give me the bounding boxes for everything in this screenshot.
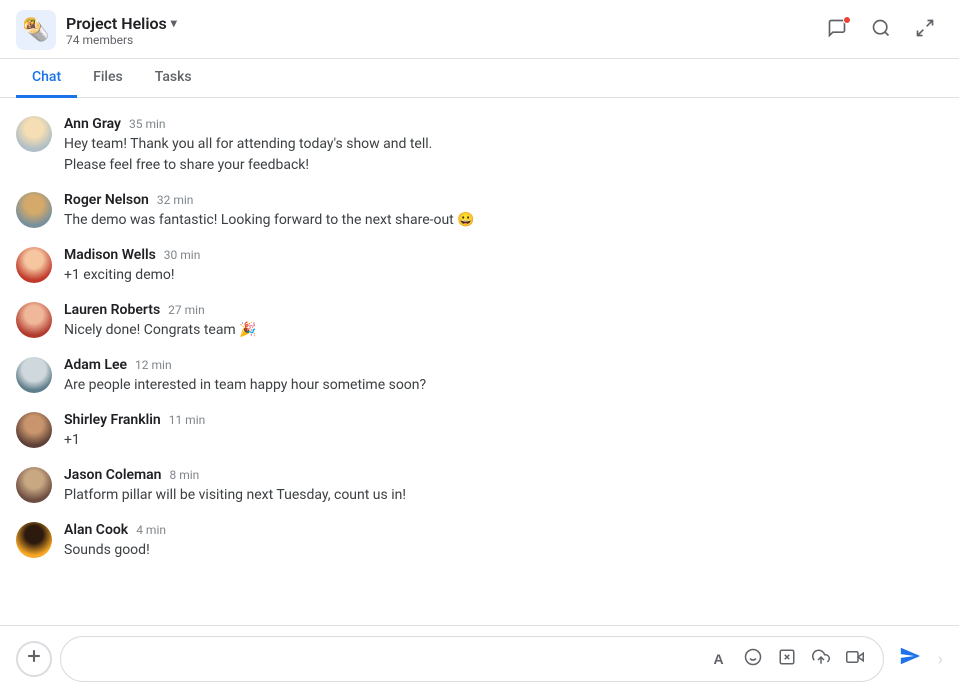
message-text: +1 bbox=[64, 430, 943, 451]
message-timestamp: 12 min bbox=[135, 358, 172, 372]
tab-files[interactable]: Files bbox=[77, 59, 139, 98]
header: 🌯 Project Helios ▾ 74 members bbox=[0, 0, 959, 59]
avatar: RN bbox=[16, 192, 52, 228]
format-text-icon: A bbox=[714, 651, 724, 667]
bottom-bar: A bbox=[0, 625, 959, 692]
message-text: +1 exciting demo! bbox=[64, 265, 943, 286]
message-input-wrapper: A bbox=[60, 636, 884, 682]
message-text: Nicely done! Congrats team 🎉 bbox=[64, 320, 943, 341]
message-timestamp: 11 min bbox=[169, 413, 206, 427]
message-sender-name: Lauren Roberts bbox=[64, 302, 160, 318]
avatar: AL bbox=[16, 357, 52, 393]
message-row: MW Madison Wells 30 min +1 exciting demo! bbox=[16, 241, 943, 292]
emoji-button[interactable] bbox=[737, 643, 769, 675]
chat-icon-button[interactable] bbox=[819, 12, 855, 48]
message-timestamp: 32 min bbox=[157, 193, 194, 207]
messages-area: AG Ann Gray 35 min Hey team! Thank you all … bbox=[0, 98, 959, 625]
send-button[interactable] bbox=[892, 641, 928, 677]
expand-button[interactable] bbox=[907, 12, 943, 48]
avatar: AG bbox=[16, 116, 52, 152]
attach-button[interactable] bbox=[771, 643, 803, 675]
upload-button[interactable] bbox=[805, 643, 837, 675]
video-icon bbox=[846, 648, 864, 671]
project-name: Project Helios bbox=[66, 14, 167, 33]
tabs: Chat Files Tasks bbox=[0, 59, 959, 98]
message-row: AL Adam Lee 12 min Are people interested in… bbox=[16, 351, 943, 402]
message-header: Shirley Franklin 11 min bbox=[64, 412, 943, 428]
add-button[interactable] bbox=[16, 641, 52, 677]
message-row: RN Roger Nelson 32 min The demo was fantast… bbox=[16, 186, 943, 237]
avatar: SF bbox=[16, 412, 52, 448]
message-sender-name: Ann Gray bbox=[64, 116, 121, 132]
dropdown-icon[interactable]: ▾ bbox=[171, 16, 177, 30]
message-timestamp: 30 min bbox=[164, 248, 201, 262]
message-content: Jason Coleman 8 min Platform pillar will b… bbox=[64, 467, 943, 506]
message-sender-name: Adam Lee bbox=[64, 357, 127, 373]
app-icon: 🌯 bbox=[16, 10, 56, 50]
toolbar-icons: A bbox=[703, 643, 871, 675]
search-button[interactable] bbox=[863, 12, 899, 48]
message-timestamp: 35 min bbox=[129, 117, 166, 131]
message-text: Hey team! Thank you all for attending to… bbox=[64, 134, 943, 176]
plus-icon bbox=[24, 646, 44, 672]
message-content: Shirley Franklin 11 min +1 bbox=[64, 412, 943, 451]
message-row: AC Alan Cook 4 min Sounds good! bbox=[16, 516, 943, 567]
message-content: Adam Lee 12 min Are people interested in t… bbox=[64, 357, 943, 396]
message-header: Jason Coleman 8 min bbox=[64, 467, 943, 483]
message-sender-name: Jason Coleman bbox=[64, 467, 162, 483]
message-sender-name: Shirley Franklin bbox=[64, 412, 161, 428]
header-left: 🌯 Project Helios ▾ 74 members bbox=[16, 10, 177, 50]
message-row: LR Lauren Roberts 27 min Nicely done! Congr… bbox=[16, 296, 943, 347]
message-header: Ann Gray 35 min bbox=[64, 116, 943, 132]
message-content: Madison Wells 30 min +1 exciting demo! bbox=[64, 247, 943, 286]
message-header: Alan Cook 4 min bbox=[64, 522, 943, 538]
message-content: Lauren Roberts 27 min Nicely done! Congrat… bbox=[64, 302, 943, 341]
header-title[interactable]: Project Helios ▾ bbox=[66, 14, 177, 33]
avatar: LR bbox=[16, 302, 52, 338]
header-actions bbox=[819, 12, 943, 48]
message-row: SF Shirley Franklin 11 min +1 bbox=[16, 406, 943, 457]
avatar: AC bbox=[16, 522, 52, 558]
message-row: JC Jason Coleman 8 min Platform pillar will… bbox=[16, 461, 943, 512]
member-count: 74 members bbox=[66, 33, 177, 47]
message-header: Roger Nelson 32 min bbox=[64, 192, 943, 208]
tab-chat[interactable]: Chat bbox=[16, 59, 77, 98]
message-sender-name: Alan Cook bbox=[64, 522, 128, 538]
nav-arrow[interactable]: › bbox=[938, 649, 943, 670]
message-row: AG Ann Gray 35 min Hey team! Thank you all … bbox=[16, 110, 943, 182]
message-timestamp: 4 min bbox=[136, 523, 166, 537]
message-input[interactable] bbox=[73, 651, 699, 667]
message-header: Madison Wells 30 min bbox=[64, 247, 943, 263]
message-content: Alan Cook 4 min Sounds good! bbox=[64, 522, 943, 561]
avatar: MW bbox=[16, 247, 52, 283]
header-title-block: Project Helios ▾ 74 members bbox=[66, 14, 177, 47]
message-header: Adam Lee 12 min bbox=[64, 357, 943, 373]
tab-tasks[interactable]: Tasks bbox=[139, 59, 208, 98]
upload-icon bbox=[812, 648, 830, 671]
message-text: Sounds good! bbox=[64, 540, 943, 561]
emoji-icon bbox=[744, 648, 762, 671]
message-content: Roger Nelson 32 min The demo was fantastic… bbox=[64, 192, 943, 231]
message-timestamp: 8 min bbox=[170, 468, 200, 482]
message-text: Are people interested in team happy hour… bbox=[64, 375, 943, 396]
message-content: Ann Gray 35 min Hey team! Thank you all fo… bbox=[64, 116, 943, 176]
message-text: Platform pillar will be visiting next Tu… bbox=[64, 485, 943, 506]
video-button[interactable] bbox=[839, 643, 871, 675]
avatar: JC bbox=[16, 467, 52, 503]
send-icon bbox=[899, 645, 921, 673]
format-text-button[interactable]: A bbox=[703, 643, 735, 675]
expand-icon bbox=[915, 18, 935, 43]
notification-badge bbox=[843, 16, 851, 24]
attach-icon bbox=[778, 648, 796, 671]
message-text: The demo was fantastic! Looking forward … bbox=[64, 210, 943, 231]
message-sender-name: Roger Nelson bbox=[64, 192, 149, 208]
message-sender-name: Madison Wells bbox=[64, 247, 156, 263]
search-icon bbox=[871, 18, 891, 43]
message-header: Lauren Roberts 27 min bbox=[64, 302, 943, 318]
message-timestamp: 27 min bbox=[168, 303, 205, 317]
